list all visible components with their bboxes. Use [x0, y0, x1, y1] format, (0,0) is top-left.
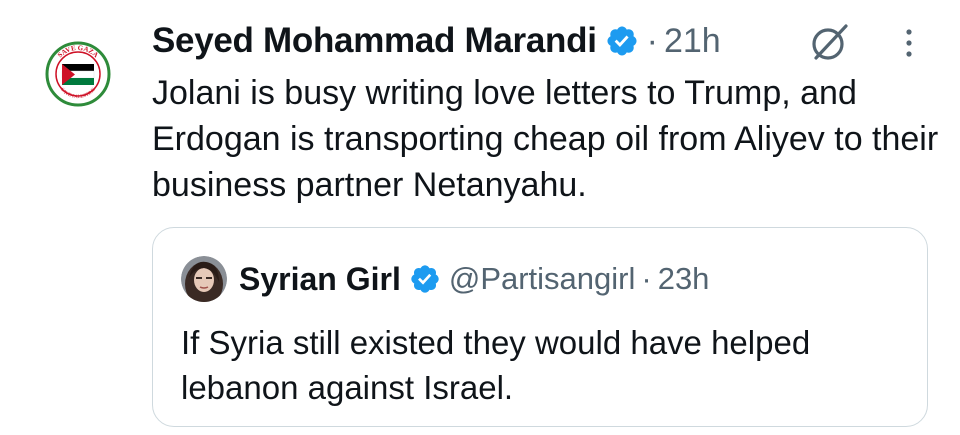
quote-author-name[interactable]: Syrian Girl — [239, 261, 401, 298]
author-avatar[interactable]: SAVE GAZA SAVE PALESTINE — [44, 40, 112, 108]
quote-author-handle[interactable]: @Partisangirl — [449, 261, 636, 297]
tweet-time[interactable]: 21h — [664, 22, 721, 61]
quote-separator-dot: · — [641, 261, 652, 296]
tweet-header: Seyed Mohammad Marandi · 21h — [152, 17, 721, 65]
quote-header: Syrian Girl @Partisangirl · 23h — [181, 256, 709, 302]
quote-text: If Syria still existed they would have h… — [181, 324, 811, 406]
tweet-text: Jolani is busy writing love letters to T… — [152, 74, 939, 204]
grok-icon[interactable] — [808, 20, 852, 64]
author-name[interactable]: Seyed Mohammad Marandi — [152, 21, 597, 61]
separator-dot: · — [646, 21, 658, 60]
save-gaza-badge-icon: SAVE GAZA SAVE PALESTINE — [45, 41, 111, 107]
more-options-icon[interactable] — [894, 26, 924, 62]
verified-badge-icon — [605, 24, 639, 58]
palestine-flag-icon — [61, 64, 95, 85]
quote-time[interactable]: 23h — [658, 261, 710, 297]
quoted-tweet[interactable]: Syrian Girl @Partisangirl · 23h If Syria… — [152, 227, 928, 427]
verified-badge-icon — [409, 263, 441, 295]
portrait-photo-icon — [181, 256, 227, 302]
quote-author-avatar[interactable] — [181, 256, 227, 302]
